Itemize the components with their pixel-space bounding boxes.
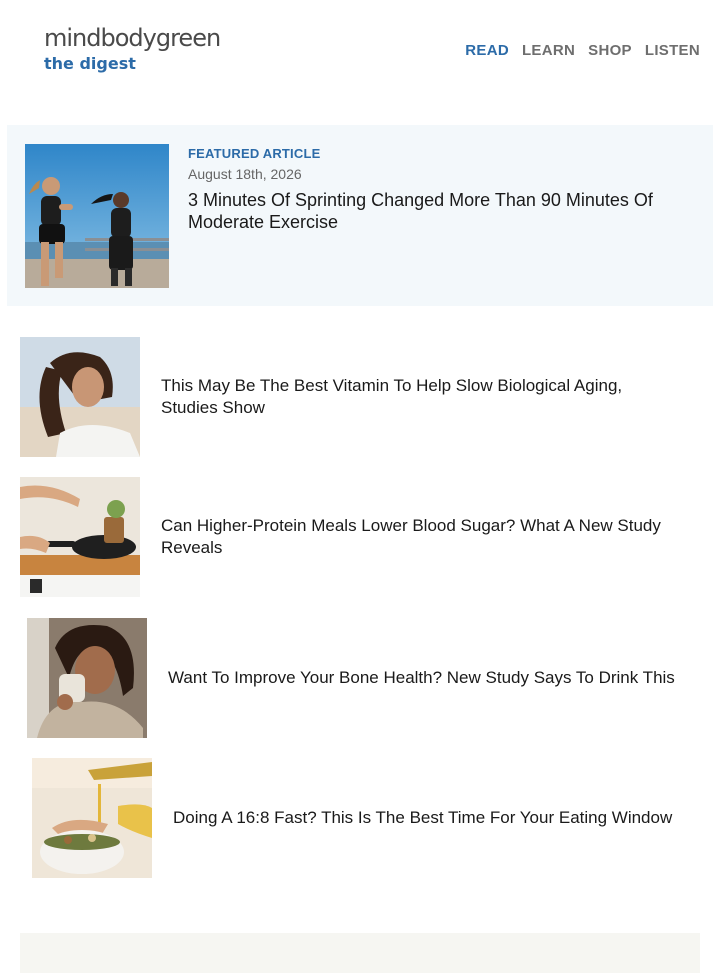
article-title[interactable]: Can Higher-Protein Meals Lower Blood Sug…	[161, 477, 701, 597]
nav-shop[interactable]: SHOP	[588, 42, 632, 60]
featured-title[interactable]: 3 Minutes Of Sprinting Changed More Than…	[188, 189, 698, 233]
article-thumbnail[interactable]	[27, 618, 147, 738]
nav-listen[interactable]: LISTEN	[645, 42, 700, 60]
article-title[interactable]: This May Be The Best Vitamin To Help Slo…	[161, 337, 681, 457]
brand-name: mindbodygreen	[44, 24, 221, 52]
featured-label: FEATURED ARTICLE	[188, 146, 321, 161]
article-thumbnail[interactable]	[32, 758, 152, 878]
footer-section	[20, 933, 700, 973]
brand-subtitle: the digest	[44, 54, 136, 73]
brand-logo[interactable]: mindbodygreen the digest	[44, 22, 221, 74]
nav-learn[interactable]: LEARN	[522, 42, 575, 60]
article-thumbnail[interactable]	[20, 477, 140, 597]
featured-date: August 18th, 2026	[188, 166, 302, 182]
article-thumbnail[interactable]	[20, 337, 140, 457]
featured-image[interactable]	[25, 144, 169, 288]
main-nav: READ LEARN SHOP LISTEN	[452, 42, 700, 60]
featured-article[interactable]: FEATURED ARTICLE August 18th, 2026 3 Min…	[7, 125, 713, 306]
nav-read[interactable]: READ	[465, 42, 509, 60]
article-title[interactable]: Doing A 16:8 Fast? This Is The Best Time…	[173, 758, 713, 878]
article-title[interactable]: Want To Improve Your Bone Health? New St…	[168, 618, 708, 738]
